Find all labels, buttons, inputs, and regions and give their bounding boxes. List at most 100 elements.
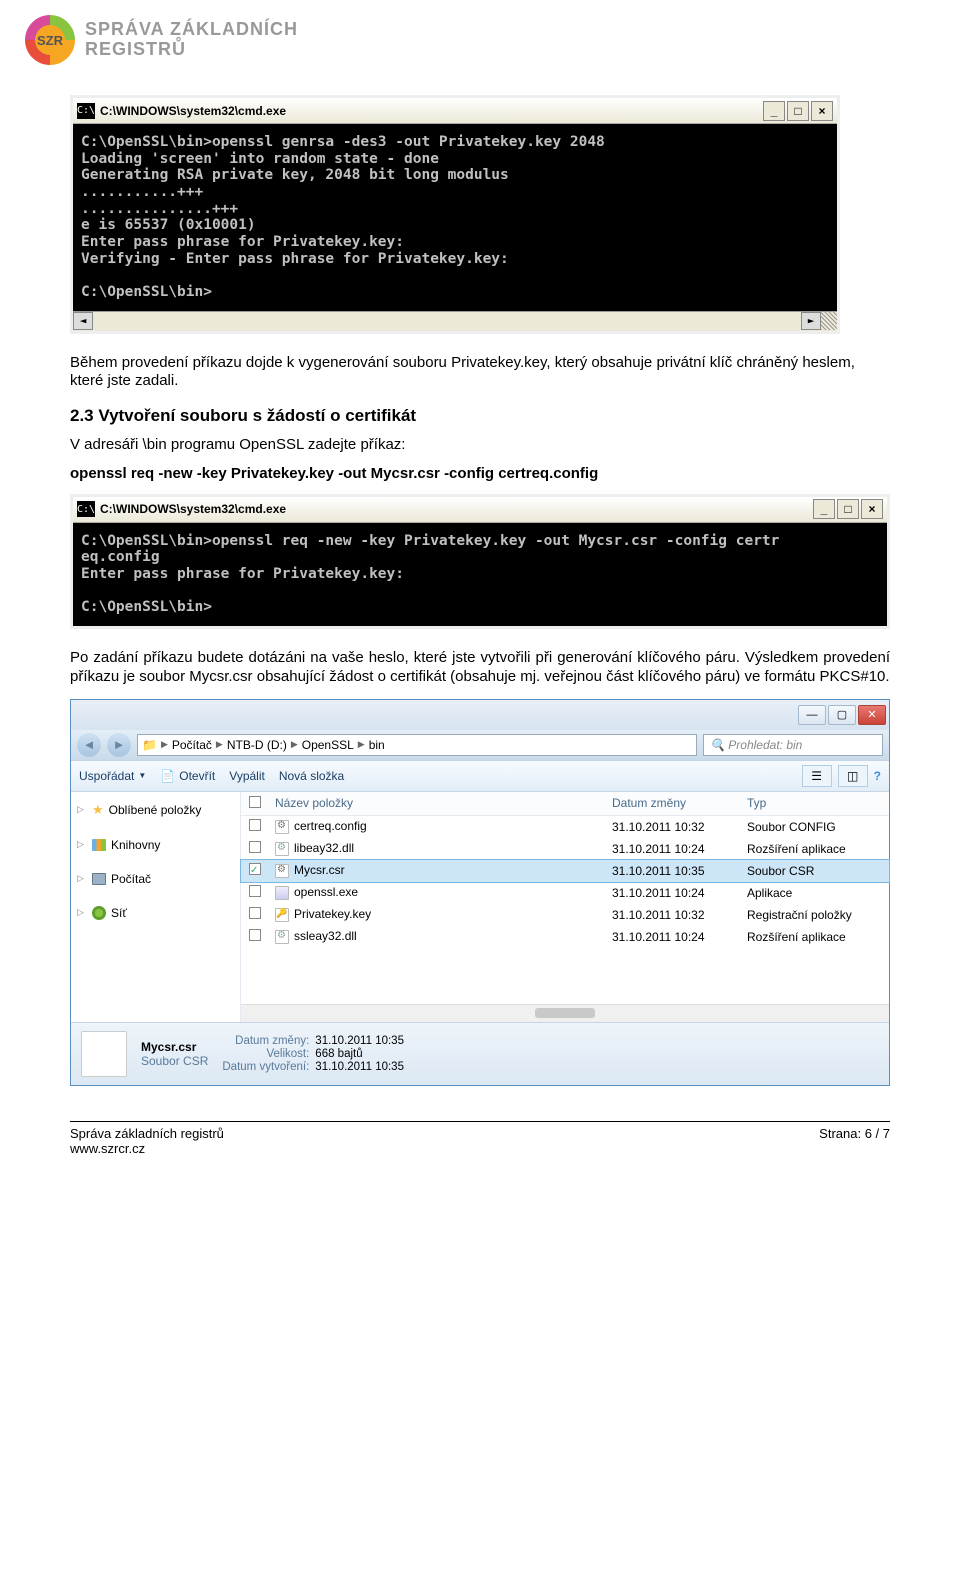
file-icon <box>275 842 289 856</box>
list-view-icon: ☰ <box>811 769 822 783</box>
row-checkbox[interactable] <box>249 907 261 919</box>
file-row[interactable]: Privatekey.key31.10.2011 10:32Registračn… <box>241 904 889 926</box>
search-input[interactable]: 🔍 Prohledat: bin <box>703 734 883 756</box>
value-modified: 31.10.2011 10:35 <box>315 1035 404 1047</box>
burn-button[interactable]: Vypálit <box>229 769 265 783</box>
cmd-output: C:\OpenSSL\bin>openssl genrsa -des3 -out… <box>73 124 837 311</box>
row-checkbox[interactable] <box>249 841 261 853</box>
preview-pane-button[interactable]: ◫ <box>838 765 868 787</box>
org-logo-header: SZR SPRÁVA ZÁKLADNÍCH REGISTRŮ <box>25 15 890 65</box>
label-created: Datum vytvoření: <box>222 1061 309 1073</box>
network-icon <box>92 906 106 920</box>
breadcrumb[interactable]: 📁 ▶ Počítač▶ NTB-D (D:)▶ OpenSSL▶ bin <box>137 734 697 756</box>
file-preview-icon <box>81 1031 127 1077</box>
file-row[interactable]: libeay32.dll31.10.2011 10:24Rozšíření ap… <box>241 838 889 860</box>
maximize-button[interactable]: ▢ <box>828 705 856 725</box>
cmd-titlebar: C:\ C:\WINDOWS\system32\cmd.exe _ □ × <box>73 497 887 523</box>
search-icon: 🔍 <box>710 738 725 752</box>
status-file-name: Mycsr.csr <box>141 1040 196 1054</box>
paragraph-genrsa-result: Během provedení příkazu dojde k vygenero… <box>70 354 890 392</box>
cmd-titlebar: C:\ C:\WINDOWS\system32\cmd.exe _ □ × <box>73 98 837 124</box>
cmd-icon: C:\ <box>77 501 95 517</box>
file-icon <box>275 886 289 900</box>
value-size: 668 bajtů <box>315 1048 404 1060</box>
minimize-button[interactable]: _ <box>763 101 785 121</box>
tree-network[interactable]: ▷Síť <box>75 902 236 924</box>
crumb[interactable]: OpenSSL <box>302 738 354 752</box>
cmd-output: C:\OpenSSL\bin>openssl req -new -key Pri… <box>73 523 887 626</box>
folder-icon: 📁 <box>142 738 157 752</box>
file-row[interactable]: openssl.exe31.10.2011 10:24Aplikace <box>241 882 889 904</box>
page-footer: Správa základních registrů www.szrcr.cz … <box>70 1121 890 1156</box>
footer-url: www.szrcr.cz <box>70 1141 224 1156</box>
crumb[interactable]: Počítač <box>172 738 212 752</box>
nav-forward-icon[interactable]: ► <box>107 733 131 757</box>
col-type[interactable]: Typ <box>739 796 889 811</box>
minimize-button[interactable]: — <box>798 705 826 725</box>
view-mode-button[interactable]: ☰ <box>802 765 832 787</box>
cmd-window-req: C:\ C:\WINDOWS\system32\cmd.exe _ □ × C:… <box>70 494 890 629</box>
file-icon <box>275 908 289 922</box>
cmd-window-genrsa: C:\ C:\WINDOWS\system32\cmd.exe _ □ × C:… <box>70 95 840 334</box>
select-all-checkbox[interactable] <box>249 796 261 808</box>
resize-grip-icon[interactable] <box>821 312 837 330</box>
cmd-title: C:\WINDOWS\system32\cmd.exe <box>100 502 813 516</box>
search-placeholder: Prohledat: bin <box>728 738 802 752</box>
close-button[interactable]: × <box>861 499 883 519</box>
open-button[interactable]: 📄 Otevřít <box>160 769 215 783</box>
file-row[interactable]: ssleay32.dll31.10.2011 10:24Rozšíření ap… <box>241 926 889 948</box>
row-checkbox[interactable] <box>249 885 261 897</box>
help-icon[interactable]: ? <box>874 769 881 783</box>
explorer-status-bar: Mycsr.csr Soubor CSR Datum změny: 31.10.… <box>71 1022 889 1085</box>
cmd-scrollbar[interactable]: ◄ ► <box>73 311 837 331</box>
row-checkbox[interactable] <box>249 863 261 875</box>
command-text-req: openssl req -new -key Privatekey.key -ou… <box>70 465 890 484</box>
label-size: Velikost: <box>222 1048 309 1060</box>
scroll-left-icon[interactable]: ◄ <box>73 312 93 330</box>
cmd-icon: C:\ <box>77 103 95 119</box>
explorer-address-bar: ◄ ► 📁 ▶ Počítač▶ NTB-D (D:)▶ OpenSSL▶ bi… <box>71 730 889 760</box>
horizontal-scrollbar[interactable] <box>241 1004 889 1022</box>
crumb[interactable]: NTB-D (D:) <box>227 738 287 752</box>
preview-icon: ◫ <box>847 769 858 783</box>
footer-page-number: Strana: 6 / 7 <box>819 1126 890 1156</box>
col-date[interactable]: Datum změny <box>604 796 739 811</box>
logo-title: SPRÁVA ZÁKLADNÍCH REGISTRŮ <box>85 20 298 60</box>
tree-libraries[interactable]: ▷Knihovny <box>75 834 236 856</box>
close-button[interactable]: × <box>811 101 833 121</box>
maximize-button[interactable]: □ <box>837 499 859 519</box>
cmd-title: C:\WINDOWS\system32\cmd.exe <box>100 104 763 118</box>
new-folder-button[interactable]: Nová složka <box>279 769 344 783</box>
file-list: Název položky Datum změny Typ certreq.co… <box>241 792 889 1022</box>
file-icon <box>275 864 289 878</box>
crumb[interactable]: bin <box>369 738 385 752</box>
label-modified: Datum změny: <box>222 1035 309 1047</box>
tree-computer[interactable]: ▷Počítač <box>75 868 236 890</box>
scroll-right-icon[interactable]: ► <box>801 312 821 330</box>
explorer-tree: ▷★Oblíbené položky ▷Knihovny ▷Počítač ▷S… <box>71 792 241 1022</box>
file-row[interactable]: certreq.config31.10.2011 10:32Soubor CON… <box>241 816 889 838</box>
logo-icon: SZR <box>25 15 75 65</box>
logo-title-line2: REGISTRŮ <box>85 40 298 60</box>
footer-org: Správa základních registrů <box>70 1126 224 1141</box>
row-checkbox[interactable] <box>249 819 261 831</box>
star-icon: ★ <box>92 802 104 818</box>
status-file-kind: Soubor CSR <box>141 1054 208 1068</box>
close-button[interactable]: ✕ <box>858 705 886 725</box>
file-row[interactable]: Mycsr.csr31.10.2011 10:35Soubor CSR <box>241 860 889 882</box>
maximize-button[interactable]: □ <box>787 101 809 121</box>
col-name[interactable]: Název položky <box>267 796 604 811</box>
chevron-down-icon: ▼ <box>138 771 146 780</box>
tree-favorites[interactable]: ▷★Oblíbené položky <box>75 798 236 822</box>
file-list-header: Název položky Datum změny Typ <box>241 792 889 816</box>
paragraph-req-intro: V adresáři \bin programu OpenSSL zadejte… <box>70 436 890 455</box>
explorer-toolbar: Uspořádat ▼ 📄 Otevřít Vypálit Nová složk… <box>71 760 889 792</box>
nav-back-icon[interactable]: ◄ <box>77 733 101 757</box>
logo-title-line1: SPRÁVA ZÁKLADNÍCH <box>85 20 298 40</box>
row-checkbox[interactable] <box>249 929 261 941</box>
minimize-button[interactable]: _ <box>813 499 835 519</box>
organize-menu[interactable]: Uspořádat ▼ <box>79 769 146 783</box>
explorer-window-controls: — ▢ ✕ <box>71 700 889 730</box>
explorer-window: — ▢ ✕ ◄ ► 📁 ▶ Počítač▶ NTB-D (D:)▶ OpenS… <box>70 699 890 1086</box>
file-icon <box>275 820 289 834</box>
